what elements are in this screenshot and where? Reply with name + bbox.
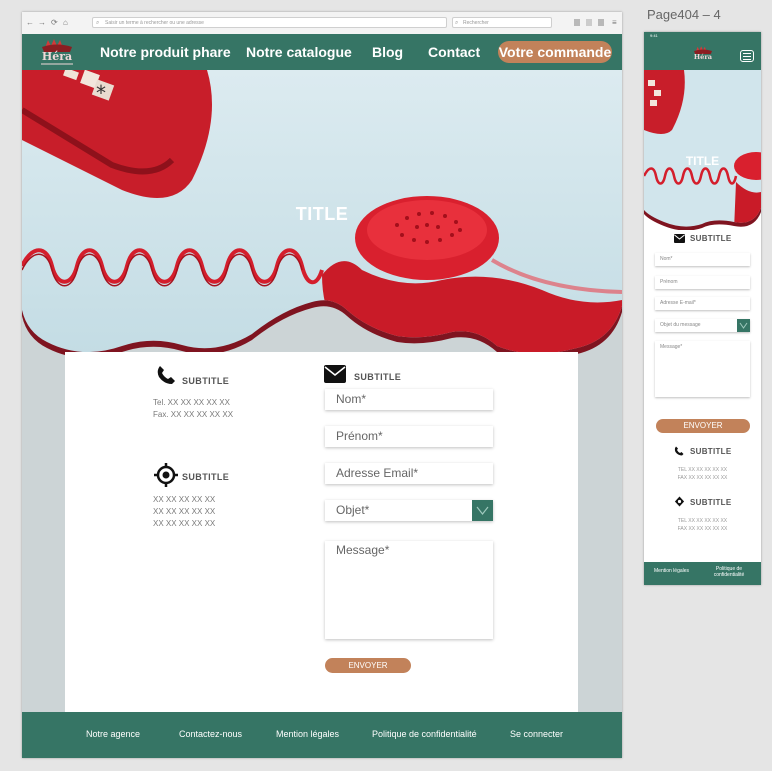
- screenshot-icon[interactable]: [598, 19, 604, 26]
- nav-item-catalogue[interactable]: Notre catalogue: [246, 43, 352, 61]
- footer-link-agence[interactable]: Notre agence: [86, 729, 140, 740]
- mobile-form-subtitle: SUBTITLE: [690, 234, 732, 243]
- mobile-message-placeholder: Message*: [660, 344, 683, 350]
- subject-select[interactable]: Objet*: [325, 500, 493, 521]
- address-line-1: XX XX XX XX XX: [153, 495, 216, 504]
- fax-number: Fax. XX XX XX XX XX: [153, 410, 234, 419]
- mail-icon: [324, 365, 346, 383]
- svg-text:*: *: [96, 81, 106, 105]
- back-icon[interactable]: ←: [26, 18, 34, 28]
- location-target-icon: [154, 463, 178, 487]
- search-icon: ⌕: [455, 20, 459, 26]
- browser-search-input[interactable]: ⌕ Rechercher: [452, 17, 552, 28]
- message-textarea[interactable]: Message*: [325, 541, 493, 639]
- mobile-name-field[interactable]: Nom*: [655, 253, 750, 266]
- nav-item-produit-phare[interactable]: Notre produit phare: [100, 43, 231, 61]
- svg-text:Héra: Héra: [694, 53, 713, 61]
- hera-logo[interactable]: Héra: [32, 38, 82, 66]
- mobile-address-subtitle: SUBTITLE: [690, 498, 732, 507]
- mobile-subject-select[interactable]: Objet du message: [655, 319, 750, 332]
- address-subtitle: SUBTITLE: [182, 472, 230, 482]
- mobile-status-bar: 9:41: [644, 32, 761, 40]
- location-icon: [674, 496, 685, 507]
- hera-logo[interactable]: Héra: [688, 44, 718, 64]
- message-placeholder: Message*: [336, 543, 390, 557]
- forward-icon[interactable]: →: [38, 18, 46, 28]
- mobile-name-placeholder: Nom*: [660, 256, 673, 262]
- mobile-email-field[interactable]: Adresse E-mail*: [655, 297, 750, 310]
- home-icon[interactable]: ⌂: [63, 18, 68, 28]
- tel-number: Tel. XX XX XX XX XX: [153, 398, 230, 407]
- address-line-3: XX XX XX XX XX: [153, 519, 216, 528]
- mobile-artboard-label: Page404 – 4: [647, 7, 721, 22]
- name-placeholder: Nom*: [336, 392, 367, 406]
- send-button[interactable]: ENVOYER: [325, 658, 411, 673]
- firstname-placeholder: Prénom*: [336, 429, 383, 443]
- mobile-subject-placeholder: Objet du message: [660, 322, 701, 328]
- svg-text:Héra: Héra: [42, 50, 72, 63]
- mobile-footer: Mention légales Politique de confidentia…: [644, 562, 761, 585]
- contact-section: SUBTITLE Tel. XX XX XX XX XX Fax. XX XX …: [65, 352, 578, 712]
- mobile-firstname-field[interactable]: Prénom: [655, 276, 750, 289]
- name-field[interactable]: Nom*: [325, 389, 493, 410]
- library-icon[interactable]: [574, 19, 580, 26]
- mobile-footer-link-mentions[interactable]: Mention légales: [654, 568, 689, 574]
- sidebar-icon[interactable]: [586, 19, 592, 26]
- mobile-address-fax: FAX XX XX XX XX XX: [677, 526, 728, 532]
- footer-link-confidentialite[interactable]: Politique de confidentialité: [372, 729, 477, 740]
- nav-item-contact[interactable]: Contact: [428, 43, 480, 61]
- mobile-artboard: 9:41 Héra TITLE SUBTITLE Nom* Prénom Adr…: [644, 32, 761, 585]
- mail-icon: [674, 234, 685, 243]
- mobile-tel: TEL XX XX XX XX XX: [677, 467, 728, 473]
- mobile-firstname-placeholder: Prénom: [660, 279, 678, 285]
- hero-phone-image: [644, 70, 761, 231]
- url-placeholder: Saisir un terme à rechercher ou une adre…: [105, 20, 204, 26]
- hero-title: TITLE: [295, 204, 349, 224]
- email-field[interactable]: Adresse Email*: [325, 463, 493, 484]
- mobile-email-placeholder: Adresse E-mail*: [660, 300, 696, 306]
- mobile-phone-subtitle: SUBTITLE: [690, 447, 732, 456]
- chevron-down-icon[interactable]: [737, 319, 750, 332]
- mobile-footer-link-confidentialite[interactable]: Politique de confidentialité: [706, 566, 752, 578]
- phone-icon: [674, 446, 684, 456]
- nav-item-blog[interactable]: Blog: [372, 43, 403, 61]
- footer-link-mentions[interactable]: Mention légales: [276, 729, 339, 740]
- desktop-artboard: ← → ⟳ ⌂ ⌕ Saisir un terme à rechercher o…: [22, 12, 622, 758]
- search-placeholder: Rechercher: [463, 20, 489, 26]
- top-navigation: Héra Notre produit phare Notre catalogue…: [22, 34, 622, 70]
- address-line-2: XX XX XX XX XX: [153, 507, 216, 516]
- mobile-hero-title: TITLE: [685, 154, 720, 168]
- subject-placeholder: Objet*: [336, 503, 370, 517]
- mobile-hero: TITLE: [644, 70, 761, 231]
- firstname-field[interactable]: Prénom*: [325, 426, 493, 447]
- menu-icon[interactable]: ≡: [612, 18, 617, 28]
- footer-link-connexion[interactable]: Se connecter: [510, 729, 563, 740]
- url-bar[interactable]: ⌕ Saisir un terme à rechercher ou une ad…: [92, 17, 447, 28]
- phone-icon: [157, 366, 175, 384]
- search-icon: ⌕: [96, 20, 100, 26]
- browser-toolbar: ← → ⟳ ⌂ ⌕ Saisir un terme à rechercher o…: [22, 12, 622, 35]
- order-button[interactable]: Votre commande: [498, 41, 612, 63]
- mobile-fax: FAX XX XX XX XX XX: [677, 475, 728, 481]
- phone-subtitle: SUBTITLE: [182, 376, 230, 386]
- status-time: 9:41: [650, 33, 658, 38]
- form-subtitle: SUBTITLE: [354, 372, 402, 382]
- footer: Notre agence Contactez-nous Mention léga…: [22, 712, 622, 758]
- hero-banner: * TITLE: [22, 70, 622, 360]
- footer-link-contact[interactable]: Contactez-nous: [179, 729, 242, 740]
- mobile-address-tel: TEL XX XX XX XX XX: [677, 518, 728, 524]
- reload-icon[interactable]: ⟳: [51, 18, 58, 28]
- chevron-down-icon[interactable]: [472, 500, 493, 521]
- mobile-message-textarea[interactable]: Message*: [655, 341, 750, 397]
- mobile-send-button[interactable]: ENVOYER: [656, 419, 750, 433]
- hamburger-menu-icon[interactable]: [740, 50, 754, 62]
- email-placeholder: Adresse Email*: [336, 466, 419, 480]
